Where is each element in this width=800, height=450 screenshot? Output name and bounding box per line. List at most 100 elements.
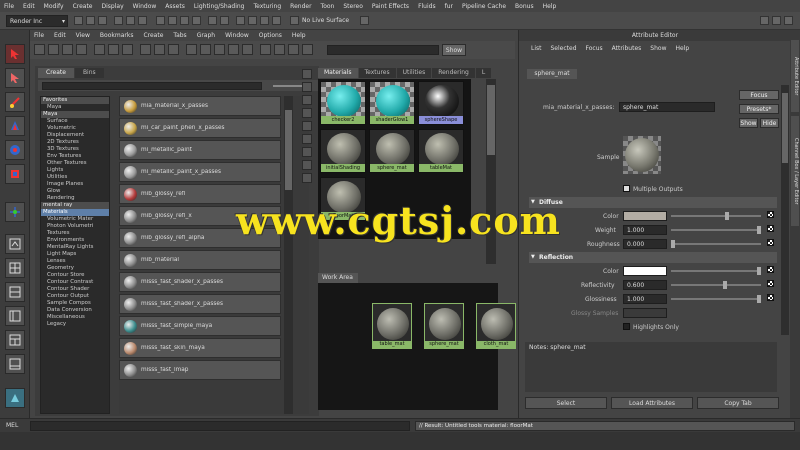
category-item[interactable]: Utilities xyxy=(41,174,109,181)
list-item[interactable]: mi_metallic_paint xyxy=(119,140,281,160)
select-tool-icon[interactable] xyxy=(5,44,25,64)
category-item[interactable]: Contour Output xyxy=(41,293,109,300)
category-item[interactable]: Image Planes xyxy=(41,181,109,188)
multiple-outputs-checkbox[interactable] xyxy=(623,185,630,192)
diffuse-color-map-button[interactable] xyxy=(767,211,774,218)
diffuse-color-slider[interactable] xyxy=(671,212,761,220)
menu-create[interactable]: Create xyxy=(73,3,93,10)
graph-tool-7-icon[interactable] xyxy=(302,147,312,157)
input-mode-icon[interactable] xyxy=(360,16,369,25)
in-out-connections-icon[interactable] xyxy=(154,44,165,55)
hypershade-search-input[interactable] xyxy=(327,45,439,55)
category-item[interactable]: Contour Shader xyxy=(41,286,109,293)
hypershade-menu-view[interactable]: View xyxy=(76,32,90,39)
node-list-scrollbar[interactable] xyxy=(284,96,293,414)
category-item[interactable]: Textures xyxy=(41,230,109,237)
layout-single-icon[interactable] xyxy=(5,234,25,254)
sort-by-name-icon[interactable] xyxy=(200,44,211,55)
material-tab-materials[interactable]: Materials xyxy=(318,68,358,78)
menu-render[interactable]: Render xyxy=(290,3,311,10)
hypershade-menu-create[interactable]: Create xyxy=(143,32,163,39)
notes-area[interactable]: Notes: sphere_mat xyxy=(525,342,777,392)
select-hierarchy-icon[interactable] xyxy=(114,16,123,25)
category-item[interactable]: Lenses xyxy=(41,258,109,265)
category-item[interactable]: Maya xyxy=(41,104,109,111)
category-item[interactable]: Other Textures xyxy=(41,160,109,167)
rotate-tool-icon[interactable] xyxy=(5,140,25,160)
list-item[interactable]: mib_material xyxy=(119,250,281,270)
diffuse-roughness-field[interactable]: 0.000 xyxy=(623,239,667,249)
category-item[interactable]: mental ray xyxy=(41,202,109,209)
save-scene-icon[interactable] xyxy=(98,16,107,25)
attr-menu-list[interactable]: List xyxy=(531,45,542,55)
select-button[interactable]: Select xyxy=(525,397,607,409)
view-icons-icon[interactable] xyxy=(260,44,271,55)
material-tab-rendering[interactable]: Rendering xyxy=(432,68,475,78)
diffuse-section-header[interactable]: Diffuse xyxy=(529,197,777,208)
render-settings-icon[interactable] xyxy=(272,16,281,25)
attr-menu-help[interactable]: Help xyxy=(675,45,689,55)
history-icon[interactable] xyxy=(208,16,217,25)
work-area-node[interactable]: cloth_mat xyxy=(476,303,516,349)
material-swatch[interactable]: sphereShape xyxy=(418,81,464,125)
material-tab-textures[interactable]: Textures xyxy=(358,68,396,78)
toggle-attribute-editor-icon[interactable] xyxy=(760,16,769,25)
graph-network-icon[interactable] xyxy=(94,44,105,55)
construction-icon[interactable] xyxy=(220,16,229,25)
menu-modify[interactable]: Modify xyxy=(44,3,64,10)
category-item[interactable]: Displacement xyxy=(41,132,109,139)
create-filter-input[interactable] xyxy=(42,82,262,90)
open-scene-icon[interactable] xyxy=(86,16,95,25)
menu-pipeline-cache[interactable]: Pipeline Cache xyxy=(462,3,506,10)
reflection-color-slider-knob[interactable] xyxy=(757,267,761,275)
snap-curve-icon[interactable] xyxy=(168,16,177,25)
manipulator-tool-icon[interactable] xyxy=(5,202,25,222)
menu-stereo[interactable]: Stereo xyxy=(343,3,363,10)
glossy-samples-field[interactable] xyxy=(623,308,667,318)
create-tab-bins[interactable]: Bins xyxy=(74,68,104,78)
diffuse-color-slider-knob[interactable] xyxy=(725,212,729,220)
show-both-tabs-icon[interactable] xyxy=(76,44,87,55)
work-area-node[interactable]: sphere_mat xyxy=(424,303,464,349)
menu-help[interactable]: Help xyxy=(543,3,557,10)
attribute-editor-node-tab[interactable]: sphere_mat xyxy=(527,69,577,79)
layout-four-icon[interactable] xyxy=(5,258,25,278)
menu-fluids[interactable]: Fluids xyxy=(418,3,436,10)
show-bottom-tabs-icon[interactable] xyxy=(62,44,73,55)
hypershade-menu-edit[interactable]: Edit xyxy=(54,32,66,39)
menu-toon[interactable]: Toon xyxy=(321,3,335,10)
rearrange-graph-icon[interactable] xyxy=(108,44,119,55)
select-component-icon[interactable] xyxy=(138,16,147,25)
sort-by-type-icon[interactable] xyxy=(214,44,225,55)
swatch-size-icon[interactable] xyxy=(186,44,197,55)
menu-paint-effects[interactable]: Paint Effects xyxy=(372,3,409,10)
category-item[interactable]: Sample Compos xyxy=(41,300,109,307)
glossiness-field[interactable]: 1.000 xyxy=(623,294,667,304)
render-view-icon[interactable] xyxy=(236,16,245,25)
hypershade-menu-file[interactable]: File xyxy=(34,32,44,39)
menu-texturing[interactable]: Texturing xyxy=(253,3,281,10)
category-item[interactable]: Env Textures xyxy=(41,153,109,160)
category-item[interactable]: Favorites xyxy=(41,97,109,104)
diffuse-roughness-map-button[interactable] xyxy=(767,239,774,246)
category-item[interactable]: 3D Textures xyxy=(41,146,109,153)
glossiness-slider[interactable] xyxy=(671,295,761,303)
toggle-create-bar-icon[interactable] xyxy=(34,44,45,55)
menu-window[interactable]: Window xyxy=(133,3,157,10)
input-connections-icon[interactable] xyxy=(140,44,151,55)
category-item[interactable]: Contour Store xyxy=(41,272,109,279)
graph-tool-6-icon[interactable] xyxy=(302,134,312,144)
category-item[interactable]: Geometry xyxy=(41,265,109,272)
category-item[interactable]: Light Maps xyxy=(41,251,109,258)
hypershade-menu-window[interactable]: Window xyxy=(225,32,249,39)
reflection-color-map-button[interactable] xyxy=(767,266,774,273)
view-list-icon[interactable] xyxy=(274,44,285,55)
hypershade-menu-options[interactable]: Options xyxy=(259,32,282,39)
menu-display[interactable]: Display xyxy=(102,3,124,10)
reflectivity-slider-knob[interactable] xyxy=(722,281,727,289)
output-connections-icon[interactable] xyxy=(168,44,179,55)
diffuse-weight-slider[interactable] xyxy=(671,226,761,234)
list-item[interactable]: misss_fast_simple_maya xyxy=(119,316,281,336)
menu-fur[interactable]: fur xyxy=(445,3,453,10)
outliner-icon[interactable] xyxy=(5,388,25,408)
